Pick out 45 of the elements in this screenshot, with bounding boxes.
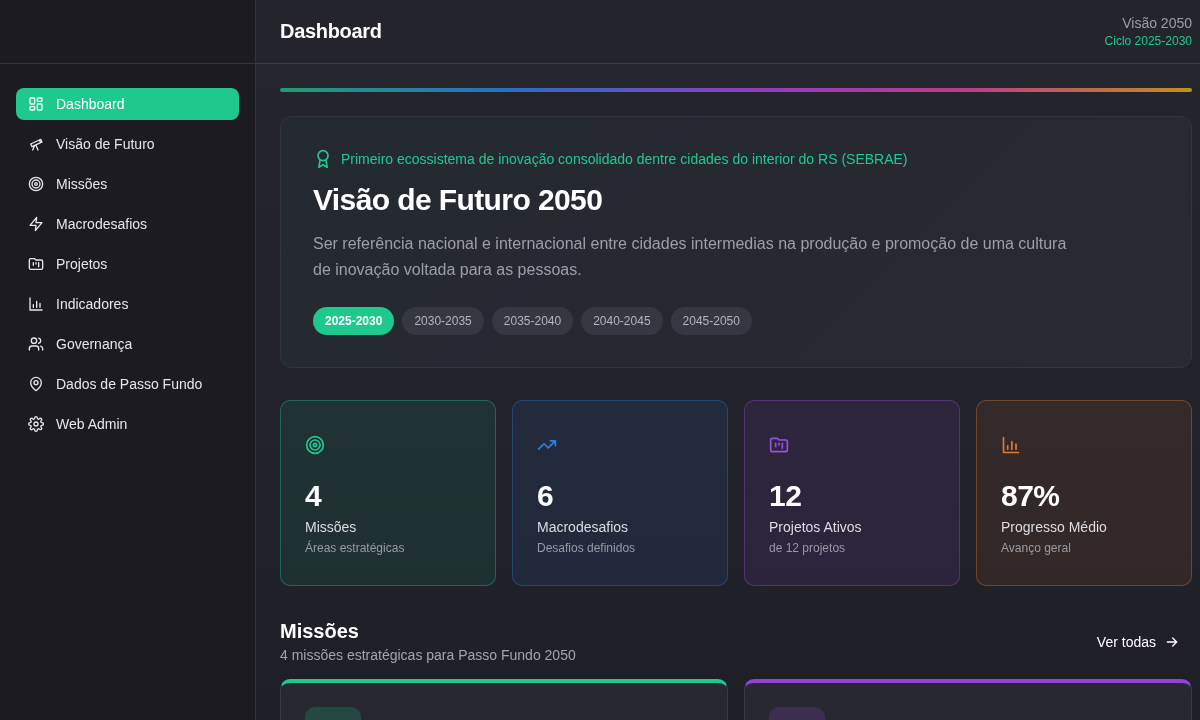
target-icon — [305, 435, 325, 455]
stat-label: Projetos Ativos — [769, 519, 863, 535]
sidebar-item[interactable]: Dados de Passo Fundo — [16, 368, 239, 400]
hero-badge-text: Primeiro ecossistema de inovação consolidado dentre cidades do interior do RS (SEBRAE) — [341, 151, 908, 167]
period-tab[interactable]: 2035-2040 — [491, 307, 574, 335]
settings-icon — [28, 416, 44, 432]
stat-label: Progresso Médio — [1001, 519, 1108, 535]
target-icon — [28, 176, 44, 192]
bar-chart-icon — [1001, 435, 1021, 455]
stat-caption: Desafios definidos — [537, 541, 637, 555]
location-pin-icon — [28, 376, 44, 392]
period-tab[interactable]: 2045-2050 — [670, 307, 752, 335]
section-title: Missões — [280, 620, 360, 643]
stat-value: 12 — [769, 479, 803, 513]
sidebar-item[interactable]: Missões — [16, 168, 239, 200]
bar-chart-icon — [28, 296, 44, 312]
sidebar-item[interactable]: Governança — [16, 328, 239, 360]
hero-description: Ser referência nacional e internacional entre cidades intermedias na produção e promoção de uma cultura de inovação voltada para as pessoas. — [313, 234, 1068, 280]
view-all-link[interactable]: Ver todas — [1084, 633, 1192, 650]
stat-caption: Áreas estratégicas — [305, 541, 406, 555]
lightning-icon — [28, 216, 44, 232]
stat-label: Macrodesafios — [537, 519, 630, 535]
vision-label: Visão 2050 — [1122, 15, 1192, 31]
users-icon — [28, 336, 44, 352]
stat-value: 4 — [305, 479, 323, 513]
grid-icon — [28, 96, 44, 112]
stat-label: Missões — [305, 519, 358, 535]
folder-icon — [28, 256, 44, 272]
sidebar-item[interactable]: Web Admin — [16, 408, 239, 440]
stat-caption: de 12 projetos — [769, 541, 847, 555]
page-title: Dashboard — [280, 20, 382, 43]
sidebar-item[interactable]: Visão de Futuro — [16, 128, 239, 160]
telescope-icon — [28, 136, 44, 152]
hero-title: Visão de Futuro 2050 — [313, 183, 604, 217]
stat-value: 87% — [1001, 479, 1061, 513]
sidebar-item[interactable]: Macrodesafios — [16, 208, 239, 240]
sidebar-item[interactable]: Indicadores — [16, 288, 239, 320]
folder-icon — [769, 435, 789, 455]
section-subtitle: 4 missões estratégicas para Passo Fundo 2050 — [280, 647, 576, 663]
period-tab[interactable]: 2040-2045 — [581, 307, 663, 335]
cycle-label: Ciclo 2025-2030 — [1104, 34, 1192, 48]
sidebar-item[interactable]: Projetos — [16, 248, 239, 280]
period-tab[interactable]: 2030-2035 — [402, 307, 484, 335]
stat-caption: Avanço geral — [1001, 541, 1072, 555]
stat-value: 6 — [537, 479, 555, 513]
